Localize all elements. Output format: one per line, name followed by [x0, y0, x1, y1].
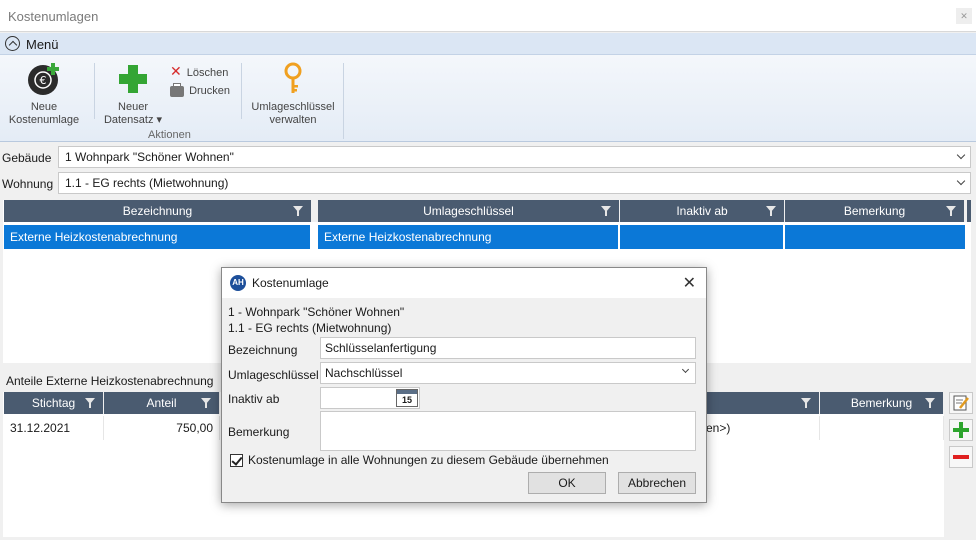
apply-all-checkbox-label[interactable]: Kostenumlage in alle Wohnungen zu diesem…	[248, 453, 609, 467]
dialog-apartment-info: 1.1 - EG rechts (Mietwohnung)	[228, 321, 392, 335]
add-row-button[interactable]	[949, 419, 973, 441]
new-cost-allocation-button[interactable]: € Neue Kostenumlage	[6, 59, 82, 127]
print-label: Drucken	[189, 85, 231, 97]
dialog-bemerkung-label: Bemerkung	[228, 425, 290, 439]
cell-umlageschluessel[interactable]: Externe Heizkostenabrechnung	[318, 225, 618, 249]
apply-all-checkbox[interactable]	[230, 454, 243, 467]
dialog-bezeichnung-label: Bezeichnung	[228, 343, 298, 357]
dialog-bemerkung-textarea[interactable]	[320, 411, 696, 451]
group-label-actions: Aktionen	[148, 129, 191, 141]
filter-icon[interactable]	[201, 398, 211, 408]
new-record-button[interactable]: Neuer Datensatz ▾	[100, 59, 166, 127]
column-header-label: Bezeichnung	[122, 204, 193, 218]
app-logo-icon: AH	[230, 275, 246, 291]
ribbon-separator	[94, 63, 95, 119]
building-select[interactable]: 1 Wohnpark "Schöner Wohnen"	[58, 146, 971, 168]
filter-icon[interactable]	[293, 206, 303, 216]
window-close-icon[interactable]: ✕	[956, 8, 972, 24]
new-cost-allocation-label-1: Neue	[30, 101, 58, 113]
dialog-umlageschluessel-value: Nachschlüssel	[325, 366, 403, 380]
delete-button[interactable]: ✕ Löschen	[170, 63, 228, 80]
apartment-select[interactable]: 1.1 - EG rechts (Mietwohnung)	[58, 172, 971, 194]
column-header-bemerkung-shares[interactable]: Bemerkung	[820, 392, 944, 414]
collapse-ribbon-icon[interactable]	[5, 36, 20, 51]
column-header-label: Bemerkung	[843, 204, 906, 218]
cell-bemerkung-shares[interactable]	[820, 416, 944, 440]
column-header-label: Stichtag	[31, 396, 76, 410]
dialog-building-info: 1 - Wohnpark "Schöner Wohnen"	[228, 305, 405, 319]
calendar-day: 15	[401, 395, 412, 405]
manage-allocation-keys-button[interactable]: Umlageschlüssel verwalten	[248, 59, 338, 127]
new-record-label-2: Datensatz ▾	[103, 114, 163, 126]
ribbon-separator	[241, 63, 242, 119]
ribbon-separator	[343, 63, 344, 139]
manage-keys-label-1: Umlageschlüssel	[251, 101, 335, 113]
cancel-button[interactable]: Abbrechen	[618, 472, 696, 494]
calendar-icon[interactable]: 15	[396, 389, 418, 407]
ribbon: € Neue Kostenumlage Neuer Datensatz ▾ ✕ …	[0, 55, 976, 142]
cell-bezeichnung[interactable]: Externe Heizkostenabrechnung	[4, 225, 310, 249]
dialog-title: Kostenumlage	[252, 276, 329, 290]
column-header-umlageschluessel[interactable]: Umlageschlüssel	[318, 200, 620, 222]
column-header-bezeichnung[interactable]: Bezeichnung	[4, 200, 312, 222]
building-label: Gebäude	[2, 151, 52, 165]
dialog-umlageschluessel-label: Umlageschlüssel	[228, 368, 319, 382]
column-header-label: Anteil	[146, 396, 177, 410]
remove-row-button[interactable]	[949, 446, 973, 468]
column-header-hidden[interactable]	[700, 392, 820, 414]
svg-text:€: €	[40, 74, 47, 87]
edit-row-button[interactable]	[949, 392, 973, 414]
cell-bemerkung[interactable]	[785, 225, 965, 249]
manage-keys-label-2: verwalten	[269, 114, 317, 126]
delete-label: Löschen	[186, 67, 229, 79]
column-header-stichtag[interactable]: Stichtag	[4, 392, 104, 414]
column-header-label: Umlageschlüssel	[423, 204, 514, 218]
filter-icon[interactable]	[801, 398, 811, 408]
filter-icon[interactable]	[85, 398, 95, 408]
column-header-inaktiv-ab[interactable]: Inaktiv ab	[620, 200, 785, 222]
menu-label[interactable]: Menü	[26, 37, 59, 52]
dialog-inaktiv-label: Inaktiv ab	[228, 392, 280, 406]
cell-inaktiv-ab[interactable]	[620, 225, 783, 249]
filter-icon[interactable]	[601, 206, 611, 216]
new-record-label-1: Neuer	[118, 101, 148, 113]
ok-button[interactable]: OK	[528, 472, 606, 494]
dialog-umlageschluessel-select[interactable]: Nachschlüssel	[320, 362, 696, 384]
cell-stichtag[interactable]: 31.12.2021	[4, 416, 104, 440]
filter-icon[interactable]	[925, 398, 935, 408]
column-splitter[interactable]	[965, 200, 971, 222]
dialog-close-icon[interactable]: ✕	[683, 273, 696, 293]
chevron-down-icon	[956, 150, 966, 160]
apartment-value: 1.1 - EG rechts (Mietwohnung)	[65, 176, 229, 190]
apartment-label: Wohnung	[2, 177, 54, 191]
key-icon	[284, 62, 302, 93]
column-header-label: Bemerkung	[850, 396, 913, 410]
plus-icon	[953, 422, 969, 438]
dialog-bezeichnung-input[interactable]: Schlüsselanfertigung	[320, 337, 696, 359]
edit-icon	[953, 395, 969, 411]
chevron-down-icon	[956, 176, 966, 186]
cell-anteil[interactable]: 750,00	[104, 416, 220, 440]
ribbon-menu-bar[interactable]: Menü	[0, 33, 976, 55]
cell-partial[interactable]: en>)	[700, 416, 820, 440]
window-titlebar: Kostenumlagen ✕	[0, 0, 976, 32]
print-button[interactable]: Drucken	[170, 82, 231, 97]
minus-icon	[953, 455, 969, 459]
window-title: Kostenumlagen	[8, 9, 99, 24]
column-header-bemerkung[interactable]: Bemerkung	[785, 200, 965, 222]
printer-icon	[170, 82, 184, 97]
delete-x-icon: ✕	[170, 63, 182, 79]
filter-icon[interactable]	[766, 206, 776, 216]
plus-icon	[119, 65, 147, 93]
chevron-down-icon	[681, 365, 690, 374]
column-header-label: Inaktiv ab	[676, 204, 728, 218]
new-cost-allocation-label-2: Kostenumlage	[8, 114, 80, 126]
building-value: 1 Wohnpark "Schöner Wohnen"	[65, 150, 234, 164]
column-header-anteil[interactable]: Anteil	[104, 392, 220, 414]
euro-globe-icon: €	[28, 63, 59, 95]
filter-icon[interactable]	[946, 206, 956, 216]
cost-allocation-dialog: AH Kostenumlage ✕ 1 - Wohnpark "Schöner …	[221, 267, 707, 503]
dialog-titlebar: AH Kostenumlage ✕	[222, 268, 706, 298]
shares-section-title: Anteile Externe Heizkostenabrechnung	[6, 374, 214, 388]
